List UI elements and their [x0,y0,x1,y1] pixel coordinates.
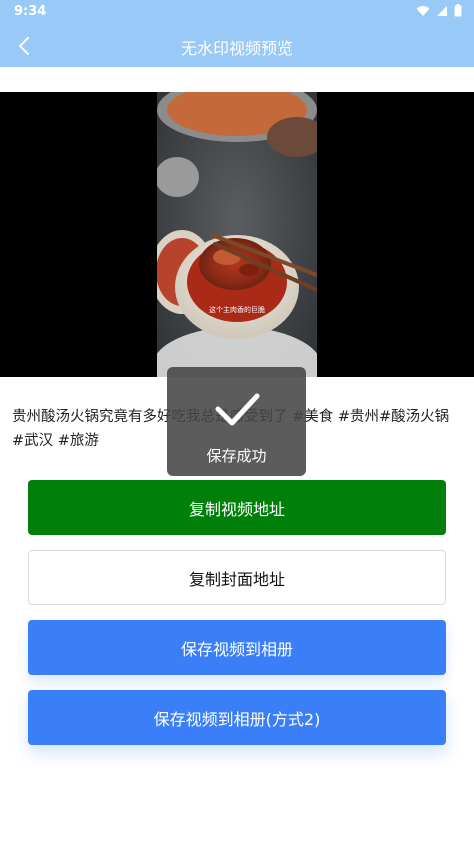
copy-video-url-button[interactable]: 复制视频地址 [28,480,446,535]
page-title: 无水印视频预览 [180,39,293,58]
toast-message: 保存成功 [206,447,267,465]
title-bar: 无水印视频预览 [0,24,474,67]
video-subtitle: 这个主肉香的巨脆 [209,305,265,314]
wifi-icon [416,5,430,16]
video-thumbnail-image: 这个主肉香的巨脆 [157,92,317,377]
video-frame: 这个主肉香的巨脆 [157,92,317,377]
status-icons [416,4,462,17]
save-video-to-album-button[interactable]: 保存视频到相册 [28,620,446,675]
video-player[interactable]: 这个主肉香的巨脆 [0,92,474,377]
battery-icon [454,4,462,17]
checkmark-icon [215,393,260,426]
copy-cover-url-button[interactable]: 复制封面地址 [28,550,446,605]
signal-icon [437,5,447,16]
save-video-to-album-alt-button[interactable]: 保存视频到相册(方式2) [28,690,446,745]
status-time: 9:34 [14,4,47,19]
success-toast: 保存成功 [167,367,306,476]
status-bar: 9:34 [0,0,474,24]
